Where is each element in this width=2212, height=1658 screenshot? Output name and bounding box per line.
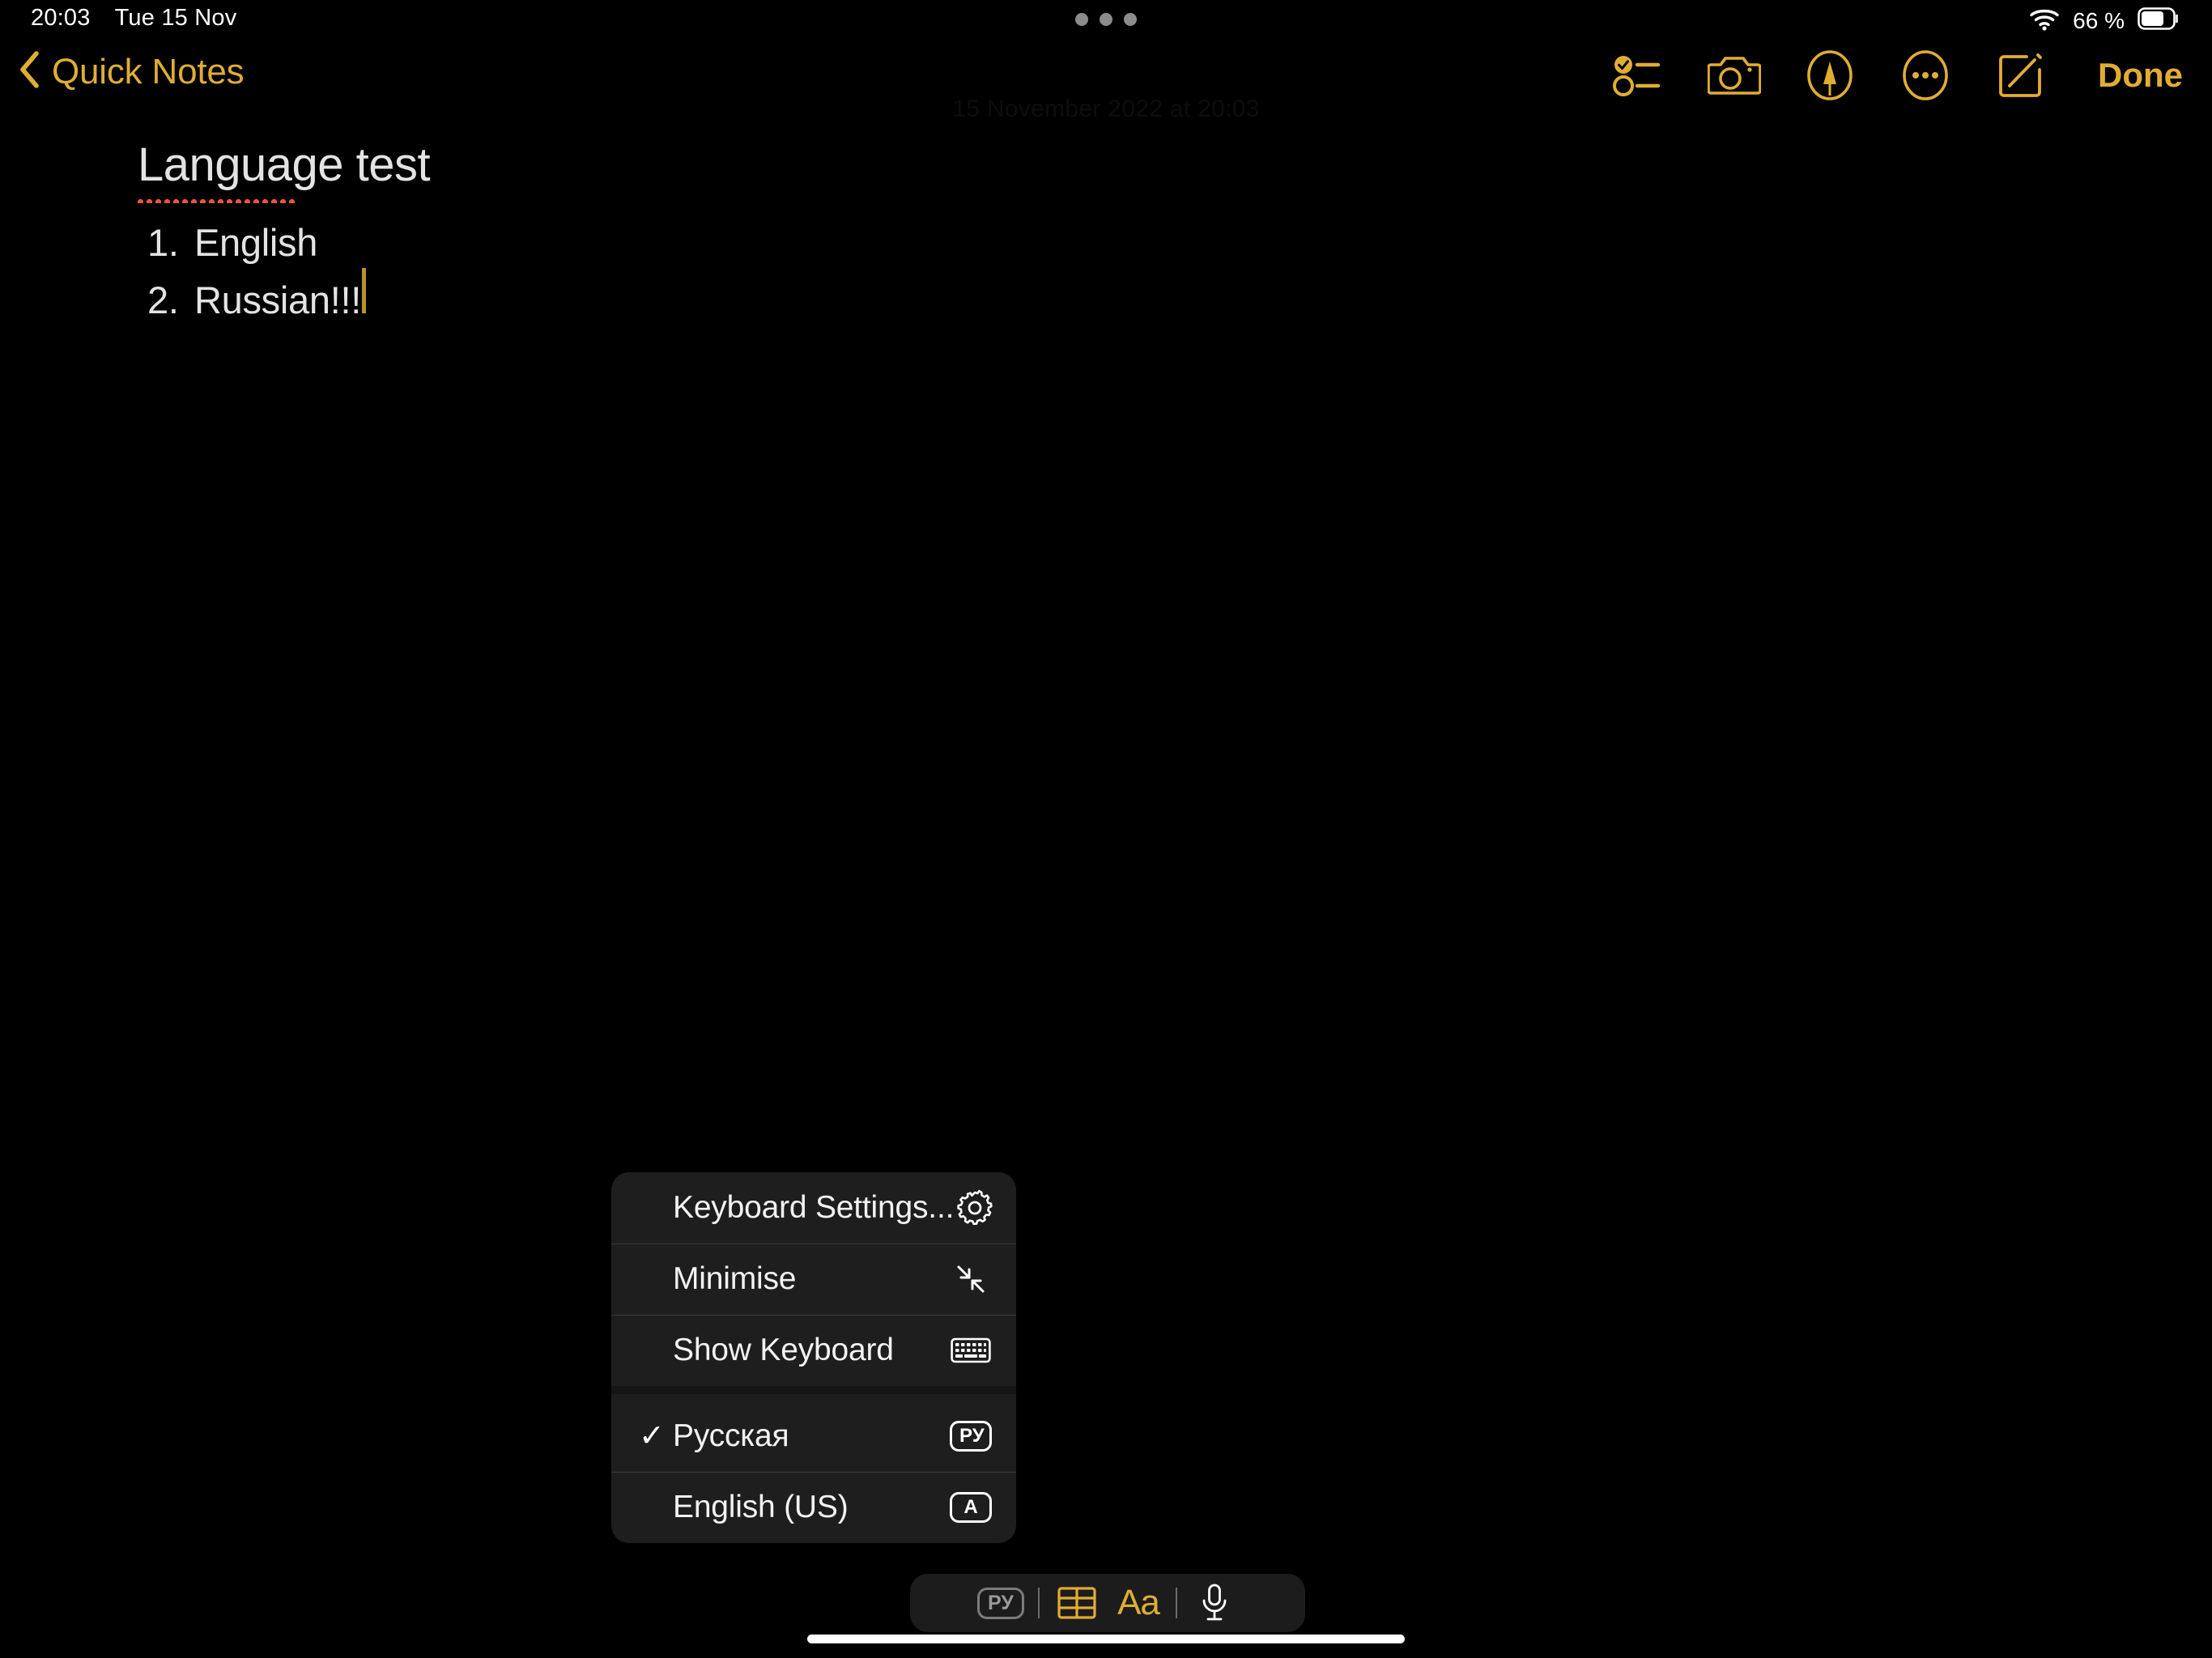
menu-item-label: Русская [673, 1418, 789, 1453]
language-badge-a-icon: A [950, 1486, 992, 1528]
done-button[interactable]: Done [2098, 56, 2183, 95]
language-badge-text: РУ [950, 1421, 992, 1452]
table-icon[interactable] [1046, 1577, 1108, 1629]
list-item-number: 2. [147, 278, 179, 321]
checkmark-icon: ✓ [639, 1419, 665, 1453]
toolbar-divider [1038, 1588, 1040, 1618]
back-to-quick-notes-button[interactable]: Quick Notes [18, 50, 245, 93]
note-title: Language test [138, 138, 431, 191]
dot [1124, 13, 1137, 26]
battery-percent-label: 66 % [2073, 7, 2125, 33]
menu-item-russian-keyboard[interactable]: ✓ Русская РУ [611, 1401, 1016, 1472]
status-bar: 20:03 Tue 15 Nov 66 % [0, 0, 2212, 40]
markup-pen-icon[interactable] [1803, 49, 1857, 102]
list-item: 1. English [147, 220, 366, 268]
wifi-icon [2029, 6, 2060, 35]
text-format-label: Aa [1117, 1583, 1160, 1622]
toolbar-divider [1176, 1588, 1177, 1618]
more-ellipsis-icon[interactable] [1899, 49, 1952, 102]
chevron-left-icon [18, 50, 40, 93]
keyboard-popup-menu: ✓ Keyboard Settings... ✓ Minimise [611, 1172, 1016, 1543]
gear-icon [954, 1187, 996, 1229]
note-ordered-list: 1. English 2. Russian!!! [147, 220, 366, 321]
note-timestamp: 15 November 2022 at 20:03 [952, 96, 1260, 122]
list-item-number: 1. [147, 221, 179, 264]
dot [1075, 13, 1088, 26]
menu-item-label: Keyboard Settings... [673, 1190, 955, 1225]
dot [1100, 13, 1112, 26]
compose-icon[interactable] [1994, 49, 2048, 102]
status-bar-left: 20:03 Tue 15 Nov [31, 5, 236, 32]
camera-icon[interactable] [1708, 49, 1761, 102]
list-item-text: Russian!!! [194, 278, 361, 321]
list-item: 2. Russian!!! [147, 268, 366, 321]
menu-section-divider [611, 1386, 1016, 1394]
checklist-icon[interactable] [1612, 49, 1665, 102]
ipad-screen: 20:03 Tue 15 Nov 66 % Quick Notes Done 1… [0, 0, 2212, 1658]
language-badge-text: A [950, 1492, 992, 1523]
back-label: Quick Notes [52, 51, 245, 91]
menu-item-label: Minimise [673, 1261, 797, 1296]
language-badge-text: РУ [977, 1587, 1024, 1619]
menu-item-keyboard-settings[interactable]: ✓ Keyboard Settings... [611, 1172, 1016, 1244]
format-toolbar: РУ Aa [910, 1574, 1305, 1632]
language-switch-button[interactable]: РУ [970, 1577, 1032, 1629]
list-item-text: English [194, 221, 318, 264]
status-bar-right: 66 % [2029, 6, 2180, 35]
spellcheck-underline [136, 198, 295, 203]
text-cursor [361, 268, 366, 313]
menu-item-minimise[interactable]: ✓ Minimise [611, 1244, 1016, 1315]
language-badge-ru-icon: РУ [950, 1415, 992, 1457]
battery-icon [2138, 7, 2180, 34]
menu-item-english-us-keyboard[interactable]: ✓ English (US) A [611, 1472, 1016, 1543]
menu-item-label: English (US) [673, 1490, 849, 1524]
text-format-button[interactable]: Aa [1108, 1577, 1169, 1629]
microphone-icon[interactable] [1184, 1577, 1245, 1629]
status-time: 20:03 [31, 5, 91, 31]
status-date: Tue 15 Nov [114, 5, 237, 31]
home-indicator[interactable] [807, 1635, 1405, 1643]
nav-tools: Done [1612, 49, 2183, 102]
minimise-arrows-icon [950, 1258, 992, 1300]
menu-item-label: Show Keyboard [673, 1333, 894, 1367]
keyboard-icon [950, 1329, 992, 1371]
multitask-dots-icon[interactable] [1075, 13, 1137, 26]
menu-item-show-keyboard[interactable]: ✓ Show Keyboard [611, 1315, 1016, 1386]
